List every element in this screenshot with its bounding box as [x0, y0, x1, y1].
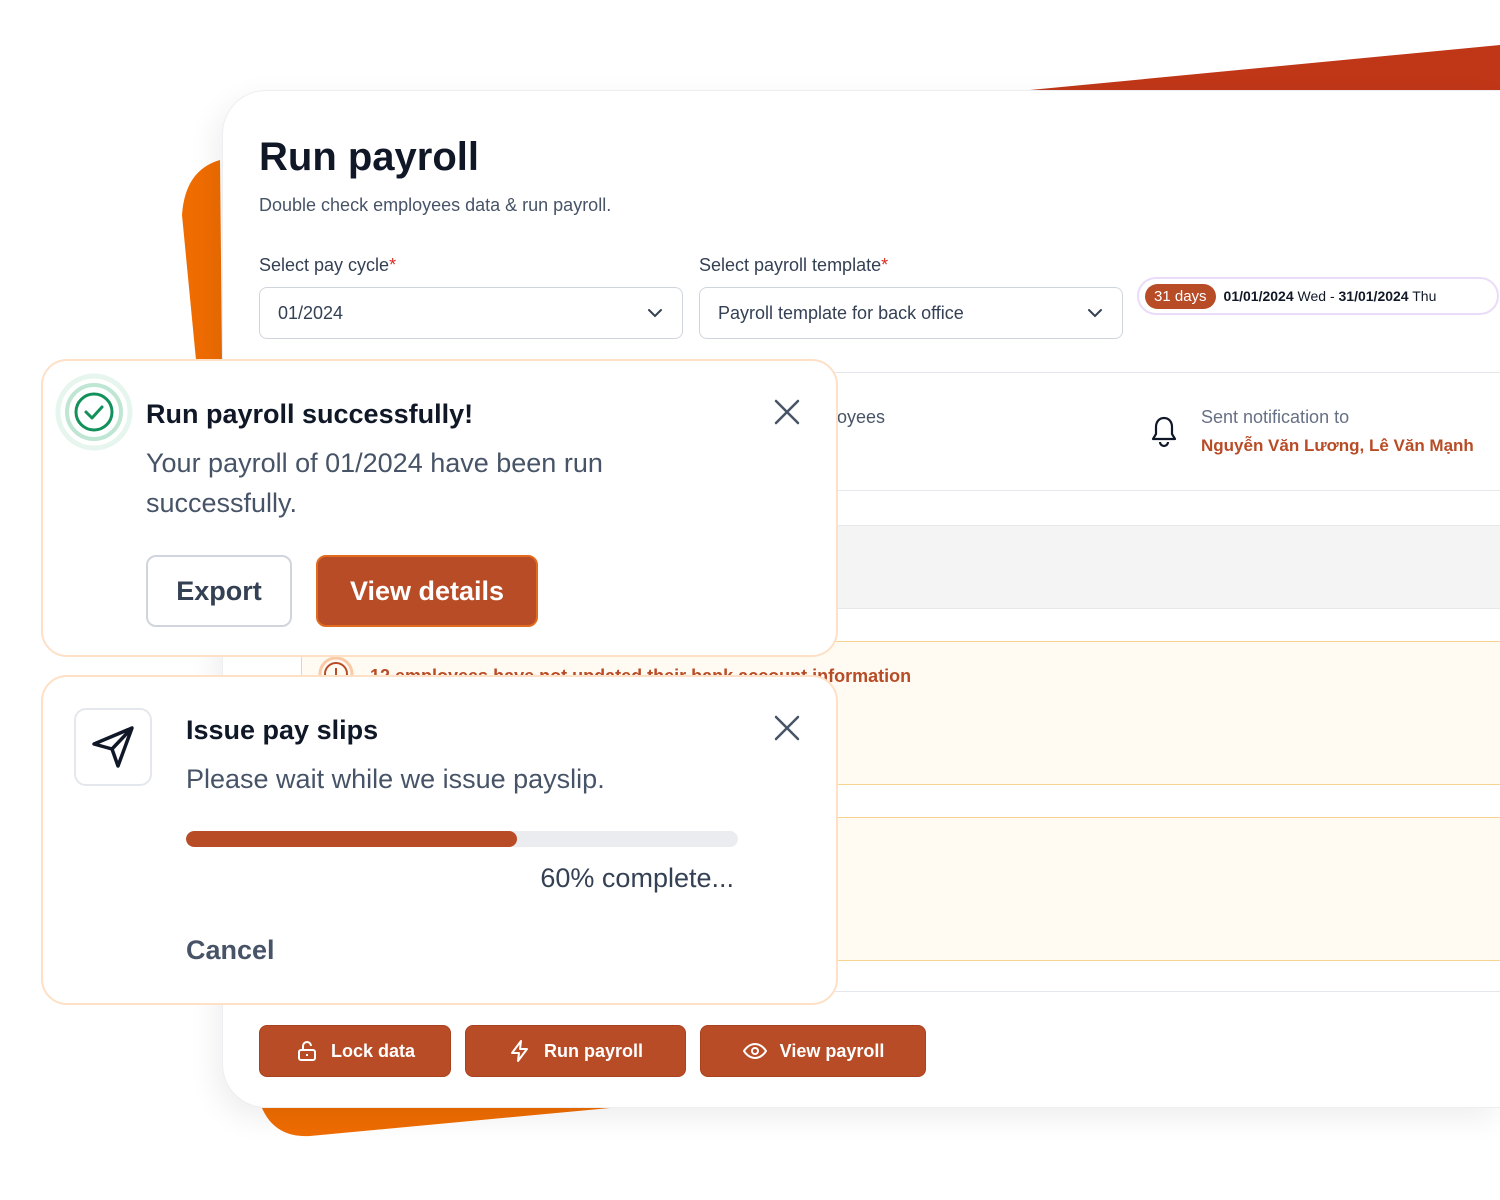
check-circle-icon: [55, 373, 133, 451]
send-icon: [92, 726, 134, 768]
view-details-button[interactable]: View details: [316, 555, 538, 627]
notification-recipients: Nguyễn Văn Lương, Lê Văn Mạnh: [1201, 436, 1474, 455]
payroll-template-select[interactable]: Payroll template for back office: [699, 287, 1123, 339]
progress-text: 60% complete...: [540, 863, 734, 893]
pay-cycle-select[interactable]: 01/2024: [259, 287, 683, 339]
page-subtitle: Double check employees data & run payrol…: [259, 195, 612, 215]
chevron-down-icon: [648, 309, 662, 318]
export-button[interactable]: Export: [146, 555, 292, 627]
lock-icon: [297, 1041, 316, 1061]
progress-toast: Issue pay slips Please wait while we iss…: [41, 675, 838, 1005]
eye-icon: [742, 1042, 767, 1060]
employees-label: oyees: [837, 407, 886, 427]
view-payroll-button[interactable]: View payroll: [700, 1025, 926, 1077]
lightning-icon: [510, 1040, 528, 1062]
success-message: Your payroll of 01/2024 have been run su…: [146, 448, 603, 518]
page-title: Run payroll: [259, 135, 480, 179]
date-range-text: 01/01/2024 Wed - 31/01/2024 Thu: [1223, 288, 1437, 304]
progress-message: Please wait while we issue payslip.: [186, 764, 605, 794]
send-icon-container: [74, 708, 152, 786]
progress-title: Issue pay slips: [186, 715, 379, 745]
close-icon[interactable]: [772, 713, 802, 743]
success-title: Run payroll successfully!: [146, 399, 474, 429]
run-payroll-button[interactable]: Run payroll: [465, 1025, 686, 1077]
payroll-template-label: Select payroll template*: [699, 255, 889, 275]
payroll-template-value: Payroll template for back office: [718, 302, 964, 323]
notification-label: Sent notification to: [1201, 407, 1350, 427]
cancel-button[interactable]: Cancel: [186, 935, 275, 966]
close-icon[interactable]: [772, 397, 802, 427]
days-badge: 31 days: [1145, 283, 1216, 309]
bell-icon: [1151, 416, 1177, 448]
chevron-down-icon: [1088, 309, 1102, 318]
lock-data-button[interactable]: Lock data: [259, 1025, 451, 1077]
success-toast: Run payroll successfully! Your payroll o…: [41, 359, 838, 657]
pay-cycle-value: 01/2024: [278, 302, 344, 323]
date-range: 31 days 01/01/2024 Wed - 31/01/2024 Thu: [1137, 277, 1499, 315]
progress-bar: [186, 831, 738, 847]
progress-fill: [186, 831, 518, 847]
pay-cycle-label: Select pay cycle*: [259, 255, 397, 275]
